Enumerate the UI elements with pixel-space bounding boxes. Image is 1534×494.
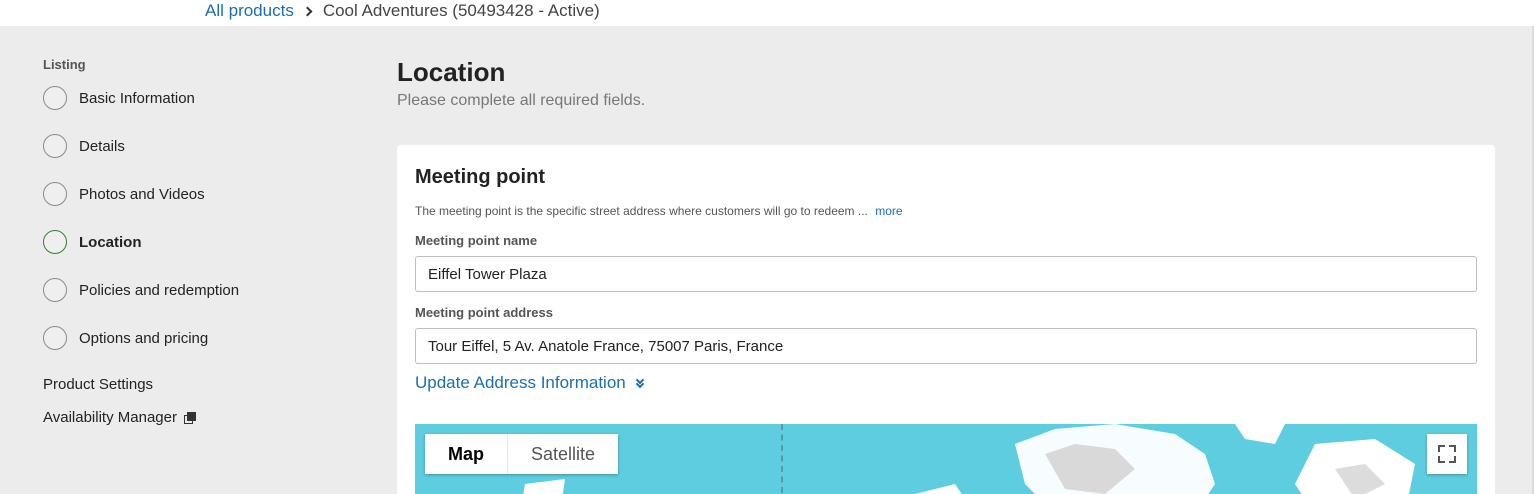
sidebar-item-policies-and-redemption[interactable]: Policies and redemption xyxy=(43,277,239,303)
update-address-information-toggle[interactable]: Update Address Information xyxy=(415,373,645,393)
availability-manager-link[interactable]: Availability Manager xyxy=(43,409,196,426)
sidebar: Listing Basic Information Details Photos… xyxy=(0,26,380,494)
update-address-information-label: Update Address Information xyxy=(415,373,626,392)
product-settings-link[interactable]: Product Settings xyxy=(43,376,153,393)
fullscreen-button[interactable] xyxy=(1427,434,1467,474)
meeting-point-address-label: Meeting point address xyxy=(415,305,553,320)
meeting-point-name-label: Meeting point name xyxy=(415,233,538,248)
meeting-point-card: Meeting point The meeting point is the s… xyxy=(397,145,1495,494)
sidebar-item-label: Policies and redemption xyxy=(79,281,240,299)
sidebar-item-label: Photos and Videos xyxy=(79,185,205,203)
sidebar-item-label: Details xyxy=(79,137,125,155)
sidebar-item-label: Basic Information xyxy=(79,89,195,107)
meeting-point-description: The meeting point is the specific street… xyxy=(415,204,903,218)
fullscreen-icon-corner xyxy=(1438,456,1445,463)
map-view[interactable]: Map Satellite xyxy=(415,424,1477,494)
chevron-right-icon xyxy=(302,6,313,16)
double-chevron-down-icon xyxy=(635,375,645,389)
breadcrumb-all-products-link[interactable]: All products xyxy=(205,1,294,21)
sidebar-item-photos-and-videos[interactable]: Photos and Videos xyxy=(43,181,205,207)
page-subtitle: Please complete all required fields. xyxy=(397,92,646,109)
sidebar-heading: Listing xyxy=(43,57,86,72)
map-boundary-line xyxy=(781,424,783,494)
step-status-circle-icon xyxy=(43,134,67,158)
step-status-circle-icon xyxy=(43,326,67,350)
map-type-map-button[interactable]: Map xyxy=(425,434,508,474)
map-type-toggle: Map Satellite xyxy=(425,434,619,474)
availability-manager-label: Availability Manager xyxy=(43,409,177,426)
step-status-circle-icon xyxy=(43,230,67,254)
sidebar-item-location[interactable]: Location xyxy=(43,229,142,255)
sidebar-item-basic-information[interactable]: Basic Information xyxy=(43,85,195,111)
fullscreen-icon-corner xyxy=(1449,456,1456,463)
more-link[interactable]: more xyxy=(875,204,902,218)
fullscreen-icon xyxy=(1438,445,1445,452)
sidebar-item-label: Options and pricing xyxy=(79,329,209,347)
page-title: Location xyxy=(397,57,506,87)
fullscreen-icon-corner xyxy=(1449,445,1456,452)
breadcrumb-current-product: Cool Adventures (50493428 - Active) xyxy=(322,1,600,20)
sidebar-item-options-and-pricing[interactable]: Options and pricing xyxy=(43,325,208,351)
breadcrumb: All products Cool Adventures (50493428 -… xyxy=(205,1,600,21)
step-status-circle-icon xyxy=(43,278,67,302)
step-status-circle-icon xyxy=(43,86,67,110)
map-type-satellite-button[interactable]: Satellite xyxy=(508,434,619,474)
sidebar-item-label: Location xyxy=(79,233,142,251)
meeting-point-title: Meeting point xyxy=(415,166,545,188)
sidebar-item-details[interactable]: Details xyxy=(43,133,125,159)
external-link-icon xyxy=(183,411,196,424)
top-bar: All products Cool Adventures (50493428 -… xyxy=(0,0,1534,26)
meeting-point-address-input[interactable] xyxy=(415,328,1477,364)
meeting-point-name-input[interactable] xyxy=(415,256,1477,292)
meeting-point-description-text: The meeting point is the specific street… xyxy=(415,204,868,218)
step-status-circle-icon xyxy=(43,182,67,206)
